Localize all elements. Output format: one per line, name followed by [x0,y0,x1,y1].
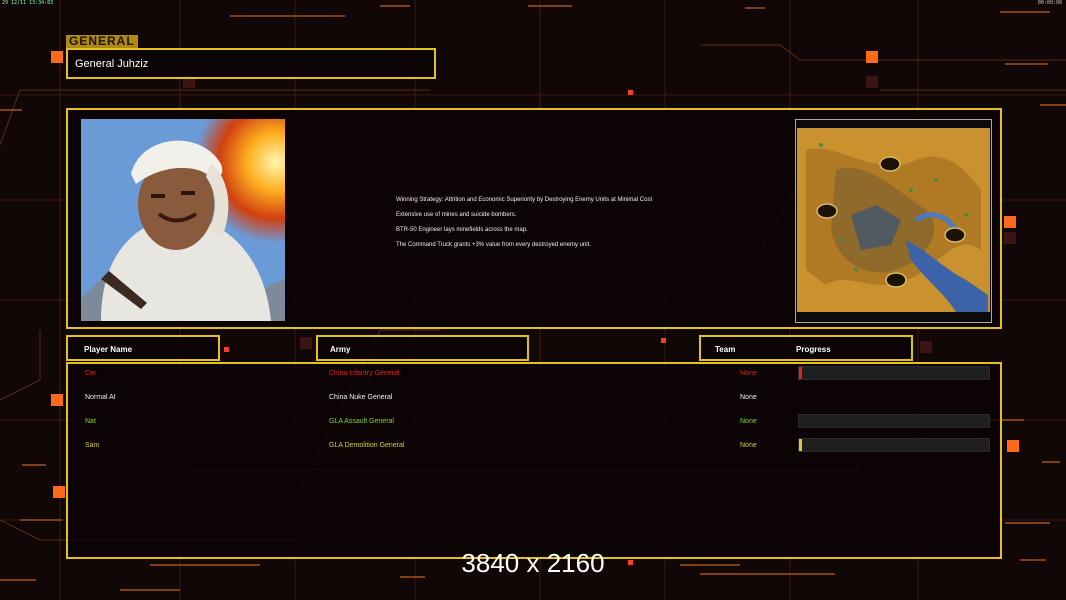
strategy-line: Winning Strategy: Attrition and Economic… [396,197,653,203]
player-team: None [740,370,757,377]
progress-bar [798,414,990,428]
player-team: None [740,418,757,425]
general-section-label: GENERAL [66,35,138,48]
strategy-text: Winning Strategy: Attrition and Economic… [396,193,652,253]
team-progress-header: Team Progress [699,335,913,361]
player-row[interactable]: Normal AI China Nuke General None [68,388,998,408]
strategy-line: The Command Truck grants +3% value from … [396,242,591,248]
status-text-right: 00:00:00 [1037,0,1062,6]
general-name-box: General Juhziz [66,48,436,79]
progress-fill [799,439,802,451]
player-name-header: Player Name [66,335,220,361]
map-preview [795,119,992,323]
player-row[interactable]: Cer China Infantry General None [68,364,998,384]
general-info-panel: Winning Strategy: Attrition and Economic… [66,108,1002,329]
resolution-watermark: 3840 x 2160 [461,548,605,578]
player-name: Sam [85,442,100,449]
progress-fill [799,367,802,379]
player-name-header-label: Player Name [84,345,133,354]
strategy-line: Extensive use of mines and suicide bombe… [396,212,517,218]
players-panel: Cer China Infantry General None Normal AI Ch… [66,362,1002,559]
player-name: Cer [85,370,97,377]
army-header: Army [316,335,529,361]
strategy-line: BTR-50 Engineer lays minefields across t… [396,227,528,233]
player-team: None [740,442,757,449]
team-header-label: Team [715,345,736,354]
player-army: GLA Demolition General [329,442,405,449]
general-portrait [81,119,285,321]
general-name: General Juhziz [75,58,149,70]
progress-bar [798,438,990,452]
player-name: Normal AI [85,394,116,401]
player-name: Nat [85,418,96,425]
player-army: China Infantry General [329,370,400,377]
status-text-left: 29 12/11 13:34:83 [2,0,54,6]
army-header-label: Army [330,345,351,354]
player-row[interactable]: Nat GLA Assault General None [68,412,998,432]
player-army: China Nuke General [329,394,393,401]
player-army: GLA Assault General [329,418,394,425]
player-team: None [740,394,757,401]
progress-bar [798,366,990,380]
progress-header-label: Progress [796,345,831,354]
player-row[interactable]: Sam GLA Demolition General None [68,436,998,456]
